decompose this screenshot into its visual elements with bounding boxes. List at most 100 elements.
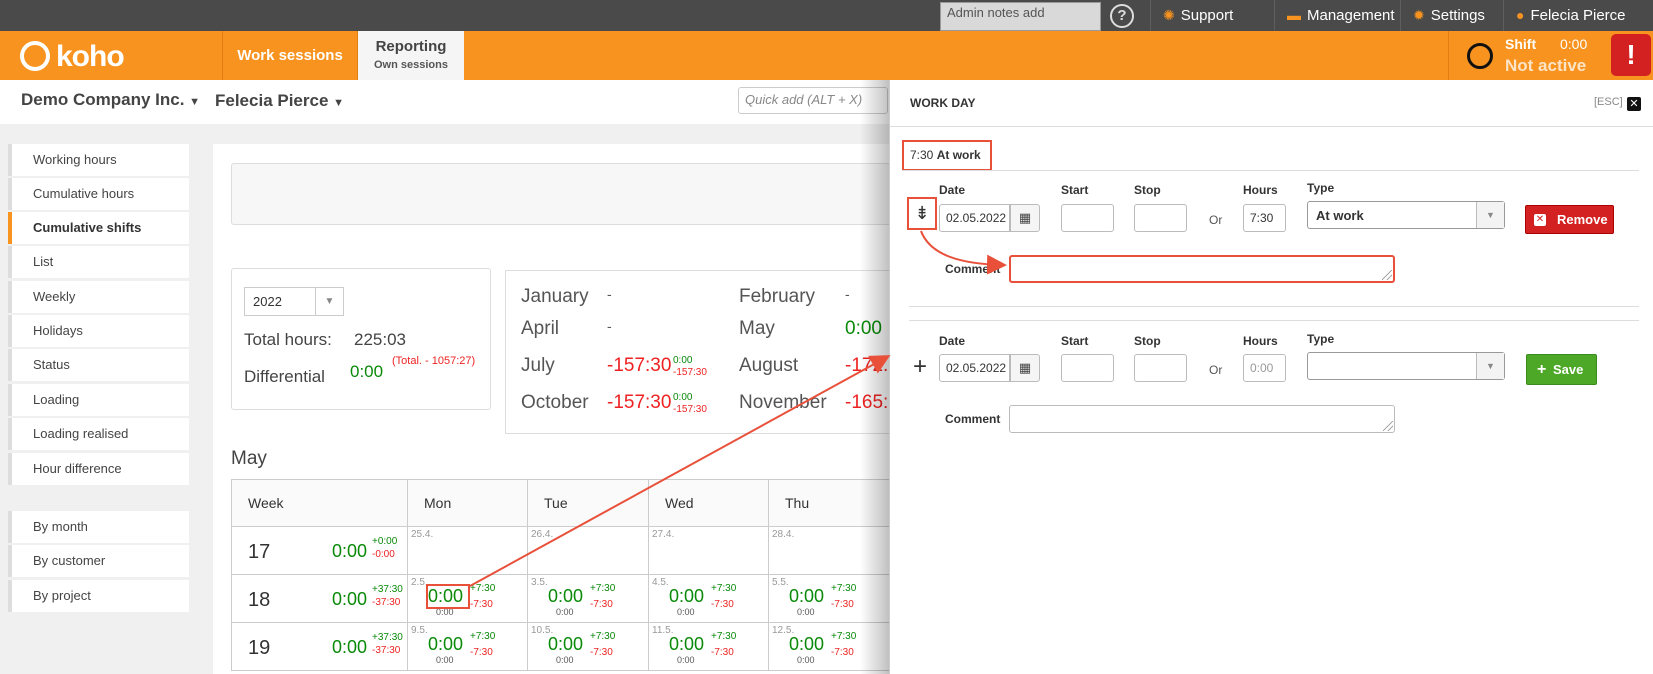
day-plus: +7:30	[590, 631, 616, 642]
day-minus: -7:30	[470, 647, 493, 658]
date-input[interactable]: 02.05.2022	[939, 354, 1010, 382]
sidebar-item-loading[interactable]: Loading	[8, 384, 189, 416]
day-cell[interactable]: 11.5. 0:00 0:00 +7:30 -7:30	[648, 622, 769, 671]
comment-input[interactable]	[1009, 405, 1395, 433]
hours-input[interactable]: 0:00	[1243, 354, 1286, 382]
sidebar-item-cumulative-shifts[interactable]: Cumulative shifts	[8, 212, 189, 244]
sidebar-item-holidays[interactable]: Holidays	[8, 315, 189, 347]
stop-input[interactable]	[1134, 354, 1187, 382]
remove-label: Remove	[1557, 212, 1608, 227]
week-cell[interactable]: 17 0:00 +0:00 -0:00	[231, 526, 408, 575]
sidebar-item-status[interactable]: Status	[8, 349, 189, 381]
header-mon: Mon	[407, 479, 528, 527]
tab-work-sessions[interactable]: Work sessions	[222, 31, 357, 80]
date-input[interactable]: 02.05.2022	[939, 204, 1010, 232]
sidebar-item-loading-realised[interactable]: Loading realised	[8, 418, 189, 450]
day-value: 0:00	[669, 634, 705, 654]
day-cell[interactable]: 9.5. 0:00 0:00 +7:30 -7:30	[407, 622, 528, 671]
comment-input[interactable]	[1009, 255, 1395, 283]
week-number: 17	[248, 541, 271, 563]
day-value: 0:00	[789, 634, 825, 654]
day-cell[interactable]: 27.4.	[648, 526, 769, 575]
remove-button[interactable]: ✕ Remove	[1525, 205, 1614, 234]
logo-text: koho	[56, 40, 125, 73]
total-hours-value: 225:03	[354, 330, 406, 349]
week-number: 18	[248, 589, 271, 611]
week-cell[interactable]: 18 0:00 +37:30 -37:30	[231, 574, 408, 623]
type-select[interactable]: At work ▼	[1307, 201, 1505, 229]
calendar-icon[interactable]: ▦	[1010, 354, 1040, 382]
day-cell[interactable]: 10.5. 0:00 0:00 +7:30 -7:30	[527, 622, 649, 671]
koho-logo[interactable]: koho	[20, 40, 125, 74]
panel-shadow	[860, 80, 890, 674]
hours-label: Hours	[1243, 183, 1278, 197]
month-value: -157:30	[607, 355, 672, 376]
close-icon[interactable]: ✕	[1627, 97, 1641, 111]
year-select[interactable]: 2022 ▼	[244, 287, 344, 316]
tab-reporting[interactable]: Reporting Own sessions	[357, 31, 464, 80]
nav-support[interactable]: ✺ Support	[1150, 0, 1274, 31]
nav-user[interactable]: ● Felecia Pierce	[1503, 0, 1653, 31]
day-date: 4.5.	[652, 577, 669, 588]
person-select[interactable]: Felecia Pierce ▼	[215, 91, 344, 111]
save-button[interactable]: + Save	[1526, 354, 1597, 385]
day-cell[interactable]: 26.4.	[527, 526, 649, 575]
sidebar-item-hour-difference[interactable]: Hour difference	[8, 453, 189, 485]
week-row: 18 0:00 +37:30 -37:30 2.5. 0:00 0:00 +7:30 -7:3…	[231, 574, 891, 623]
day-plus: +7:30	[590, 583, 616, 594]
day-cell[interactable]: 25.4.	[407, 526, 528, 575]
split-icon[interactable]: ⇟	[907, 197, 937, 230]
person-label: Felecia Pierce	[215, 91, 329, 110]
company-select[interactable]: Demo Company Inc. ▼	[21, 90, 200, 110]
or-label: Or	[1209, 363, 1223, 377]
sidebar-item-weekly[interactable]: Weekly	[8, 281, 189, 313]
or-label: Or	[1209, 213, 1223, 227]
day-minus: -7:30	[711, 647, 734, 658]
sidebar-item-working-hours[interactable]: Working hours	[8, 144, 189, 176]
month-name: July	[521, 355, 555, 376]
date-label: Date	[939, 183, 966, 197]
comment-label: Comment	[945, 262, 1001, 276]
start-label: Start	[1061, 334, 1089, 348]
day-date: 9.5.	[411, 625, 428, 636]
tab-reporting-label: Reporting	[375, 38, 447, 55]
week-total: 0:00	[332, 637, 368, 657]
start-input[interactable]	[1061, 204, 1114, 232]
day-value: 0:00	[428, 634, 464, 654]
nav-settings[interactable]: ✹ Settings	[1400, 0, 1503, 31]
shift-label: Shift	[1505, 36, 1537, 52]
sidebar-item-by-month[interactable]: By month	[8, 511, 189, 543]
day-date: 28.4.	[772, 529, 795, 540]
alert-button[interactable]: !	[1611, 34, 1651, 76]
sidebar-item-by-project[interactable]: By project	[8, 580, 189, 612]
divider	[890, 126, 1653, 127]
add-icon[interactable]: +	[913, 354, 927, 380]
nav-support-label: Support	[1180, 7, 1234, 24]
admin-notes-input[interactable]: Admin notes add	[940, 2, 1101, 31]
day-cell[interactable]: 3.5. 0:00 0:00 +7:30 -7:30	[527, 574, 649, 623]
week-total: 0:00	[332, 541, 368, 561]
sidebar-item-cumulative-hours[interactable]: Cumulative hours	[8, 178, 189, 210]
sidebar-item-list[interactable]: List	[8, 246, 189, 278]
start-input[interactable]	[1061, 354, 1114, 382]
sidebar-item-by-customer[interactable]: By customer	[8, 545, 189, 577]
day-value: 0:00	[789, 586, 825, 606]
nav-management[interactable]: ▬ Management	[1274, 0, 1400, 31]
shift-time: 0:00	[1560, 36, 1588, 52]
week-cell[interactable]: 19 0:00 +37:30 -37:30	[231, 622, 408, 671]
entry-summary[interactable]: 7:30 At work	[902, 140, 992, 171]
hours-label: Hours	[1243, 334, 1278, 348]
type-select[interactable]: ▼	[1307, 352, 1505, 380]
entry-type: At work	[936, 148, 981, 162]
calendar-icon[interactable]: ▦	[1010, 204, 1040, 232]
panel-title: WORK DAY	[910, 96, 976, 110]
help-icon[interactable]: ?	[1110, 4, 1134, 28]
type-value: At work	[1316, 208, 1364, 223]
day-cell[interactable]: 4.5. 0:00 0:00 +7:30 -7:30	[648, 574, 769, 623]
differential-value: 0:00	[350, 362, 384, 381]
type-label: Type	[1307, 332, 1335, 346]
stop-input[interactable]	[1134, 204, 1187, 232]
week-total: 0:00	[332, 589, 368, 609]
hours-input[interactable]: 7:30	[1243, 204, 1286, 232]
week-row: 17 0:00 +0:00 -0:00 25.4. 26.4. 27.4. 28.4.	[231, 526, 891, 575]
